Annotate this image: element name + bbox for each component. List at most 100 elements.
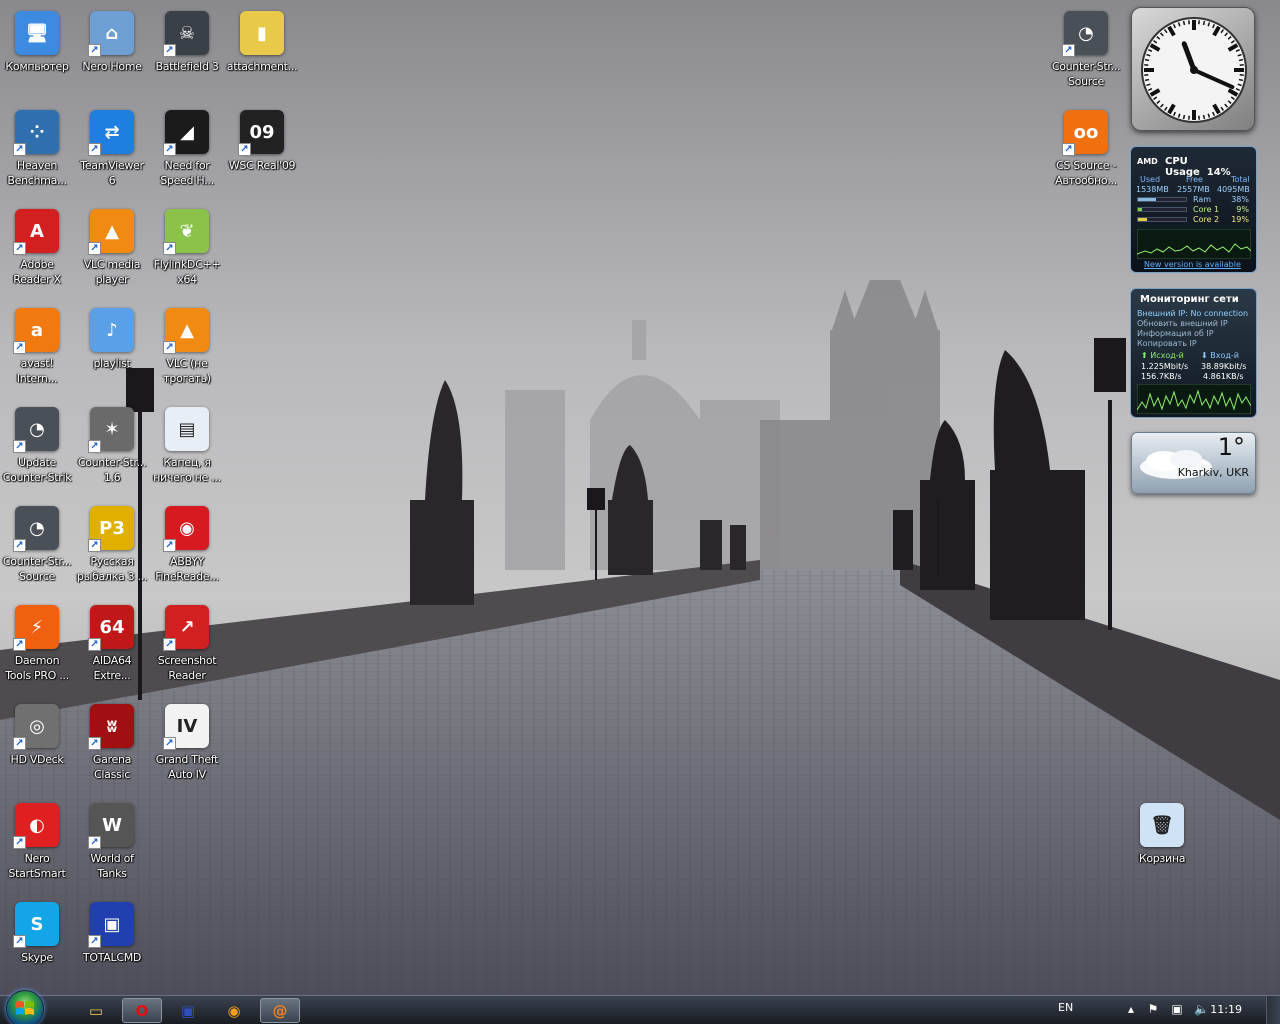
- desktop-icon-label: Русская рыбалка 3 ...: [76, 555, 148, 583]
- nero-home-icon: ⌂ ↗: [88, 9, 136, 57]
- desktop-icon[interactable]: ✶ ↗ Counter-Str... 1.6: [74, 399, 150, 495]
- desktop-icon-label: Grand Theft Auto IV: [155, 753, 219, 781]
- action-center-flag-icon[interactable]: ⚑: [1146, 1002, 1160, 1016]
- shortcut-arrow-icon: ↗: [163, 638, 176, 651]
- show-desktop-button[interactable]: [1266, 996, 1280, 1024]
- core1-bar: [1137, 207, 1187, 212]
- new-version-link[interactable]: New version is available: [1144, 260, 1241, 269]
- network-icon[interactable]: ▣: [1170, 1002, 1184, 1016]
- cs-source-icon: ◔ ↗: [13, 405, 61, 453]
- hd-vdeck-icon: ◎ ↗: [13, 702, 61, 750]
- desktop-icon[interactable]: ▲ ↗ VLC media player: [74, 201, 150, 297]
- russian-fishing-icon: P3 ↗: [88, 504, 136, 552]
- computer-icon: 🖥: [13, 9, 61, 57]
- taskbar-clock[interactable]: 11:19: [1210, 1003, 1242, 1016]
- abbyy-icon: ◉ ↗: [163, 504, 211, 552]
- shortcut-arrow-icon: ↗: [88, 935, 101, 948]
- desktop-icon[interactable]: ◉ ↗ ABBYY FineReade...: [149, 498, 225, 594]
- desktop-icon[interactable]: ♪ playlist: [74, 300, 150, 396]
- incoming-bits: 38.89Kbit/s: [1201, 362, 1247, 371]
- shortcut-arrow-icon: ↗: [88, 44, 101, 57]
- desktop-icon[interactable]: ⁘ ↗ Heaven Benchma...: [0, 102, 75, 198]
- wsc-real-icon: 09 ↗: [238, 108, 286, 156]
- shortcut-arrow-icon: ↗: [13, 638, 26, 651]
- analog-clock-face: [1141, 17, 1247, 123]
- start-button[interactable]: [6, 990, 44, 1024]
- desktop-icon[interactable]: ⚡ ↗ Daemon Tools PRO ...: [0, 597, 75, 693]
- cpu-history-graph: [1137, 229, 1251, 259]
- desktop-icon-label: VLC media player: [83, 258, 141, 286]
- clock-gadget[interactable]: [1131, 7, 1255, 131]
- desktop-icon[interactable]: ▮ attachment...: [224, 3, 300, 99]
- desktop-icon[interactable]: ⇄ ↗ TeamViewer 6: [74, 102, 150, 198]
- desktop-icon-label: Daemon Tools PRO ...: [5, 654, 69, 682]
- shortcut-arrow-icon: ↗: [88, 836, 101, 849]
- taskbar-button-opera[interactable]: O: [122, 998, 162, 1023]
- desktop-icon[interactable]: ◐ ↗ Nero StartSmart: [0, 795, 75, 891]
- desktop-icon[interactable]: ▲ ↗ VLC (не трогать): [149, 300, 225, 396]
- icon-glyph: 🖥: [15, 11, 59, 55]
- desktop-icon[interactable]: 🖥 Компьютер: [0, 3, 75, 99]
- desktop-icon[interactable]: IV ↗ Grand Theft Auto IV: [149, 696, 225, 792]
- desktop-icon[interactable]: a ↗ avast! Intern...: [0, 300, 75, 396]
- icon-glyph: ♪: [90, 308, 134, 352]
- taskbar: ▭ O ▣ ◉ @ EN ▴ ⚑ ▣ 🔈 11:19: [0, 990, 1280, 1024]
- desktop-icon[interactable]: P3 ↗ Русская рыбалка 3 ...: [74, 498, 150, 594]
- vlc-icon: ▲ ↗: [163, 306, 211, 354]
- ip-info-link[interactable]: Информация об IP: [1137, 329, 1214, 338]
- show-hidden-icons-icon[interactable]: ▴: [1124, 1002, 1138, 1016]
- desktop-icon[interactable]: ☠ ↗ Battlefield 3: [149, 3, 225, 99]
- taskbar-button-totalcmd[interactable]: ▣: [168, 998, 208, 1023]
- copy-ip-link[interactable]: Копировать IP: [1137, 339, 1197, 348]
- volume-icon[interactable]: 🔈: [1194, 1002, 1209, 1016]
- desktop-icon-label: World of Tanks: [90, 852, 134, 880]
- desktop-icon[interactable]: ❦ ↗ FlylinkDC++ x64: [149, 201, 225, 297]
- desktop-icon-label: TOTALCMD: [82, 951, 142, 964]
- aida64-icon: 64 ↗: [88, 603, 136, 651]
- desktop-icon[interactable]: A ↗ Adobe Reader X: [0, 201, 75, 297]
- desktop-icon[interactable]: oo ↗ CS Source - Автообно...: [1048, 102, 1124, 198]
- desktop-icon[interactable]: ⌂ ↗ Nero Home: [74, 3, 150, 99]
- desktop-icon[interactable]: S ↗ Skype: [0, 894, 75, 990]
- windows-logo-icon: [16, 1001, 34, 1015]
- desktop-icon[interactable]: 64 ↗ AIDA64 Extre...: [74, 597, 150, 693]
- desktop-icon-label: Nero StartSmart: [8, 852, 66, 880]
- desktop-icon[interactable]: ◔ ↗ Counter-Str... Source: [1048, 3, 1124, 99]
- shortcut-arrow-icon: ↗: [13, 440, 26, 453]
- desktop-icon[interactable]: 09 ↗ WSC Real'09: [224, 102, 300, 198]
- incoming-bytes: 4.861KB/s: [1203, 372, 1244, 381]
- desktop-icon[interactable]: ◔ ↗ Counter-Str... Source: [0, 498, 75, 594]
- language-indicator[interactable]: EN: [1058, 1001, 1073, 1014]
- desktop-icon-label: playlist: [93, 357, 131, 370]
- network-history-graph: [1137, 384, 1251, 414]
- floppy-icon: ▣: [180, 1001, 196, 1020]
- shortcut-arrow-icon: ↗: [163, 737, 176, 750]
- desktop-icon[interactable]: ◢ ↗ Need for Speed H...: [149, 102, 225, 198]
- shortcut-arrow-icon: ↗: [1062, 44, 1075, 57]
- external-ip-text: Внешний IP: No connection: [1137, 309, 1249, 318]
- desktop-icon[interactable]: ◎ ↗ HD VDeck: [0, 696, 75, 792]
- cpu-usage-gadget[interactable]: AMD CPU Usage 14% Used Free Total 1538MB…: [1130, 146, 1257, 273]
- free-value: 2557MB: [1177, 185, 1210, 194]
- shortcut-arrow-icon: ↗: [13, 143, 26, 156]
- taskbar-button-aimp[interactable]: ◉: [214, 998, 254, 1023]
- desktop-icon[interactable]: W ↗ World of Tanks: [74, 795, 150, 891]
- garena-icon: ʬ ↗: [88, 702, 136, 750]
- desktop-icon-label: CS Source - Автообно...: [1055, 159, 1117, 187]
- desktop-icon[interactable]: ↗ ↗ Screenshot Reader: [149, 597, 225, 693]
- outgoing-bytes: 156.7KB/s: [1141, 372, 1182, 381]
- counter-strike-icon: ✶ ↗: [88, 405, 136, 453]
- taskbar-button-mail-agent[interactable]: @: [260, 998, 300, 1023]
- desktop-icon[interactable]: 🗑 Корзина: [1124, 795, 1200, 891]
- desktop-icon[interactable]: ʬ ↗ Garena Classic: [74, 696, 150, 792]
- desktop-icon[interactable]: ▣ ↗ TOTALCMD: [74, 894, 150, 990]
- shortcut-arrow-icon: ↗: [88, 242, 101, 255]
- network-monitor-gadget[interactable]: Мониторинг сети Внешний IP: No connectio…: [1130, 288, 1257, 418]
- taskbar-button-explorer[interactable]: ▭: [76, 998, 116, 1023]
- shortcut-arrow-icon: ↗: [163, 539, 176, 552]
- weather-gadget[interactable]: 1° Kharkiv, UKR: [1131, 432, 1256, 494]
- desktop-icon[interactable]: ▤ Капец, я ничего не ...: [149, 399, 225, 495]
- refresh-ip-link[interactable]: Обновить внешний IP: [1137, 319, 1228, 328]
- desktop-icon[interactable]: ◔↗Update Counter-Strik e Source: [0, 399, 75, 495]
- desktop-icon-label: Garena Classic: [92, 753, 132, 781]
